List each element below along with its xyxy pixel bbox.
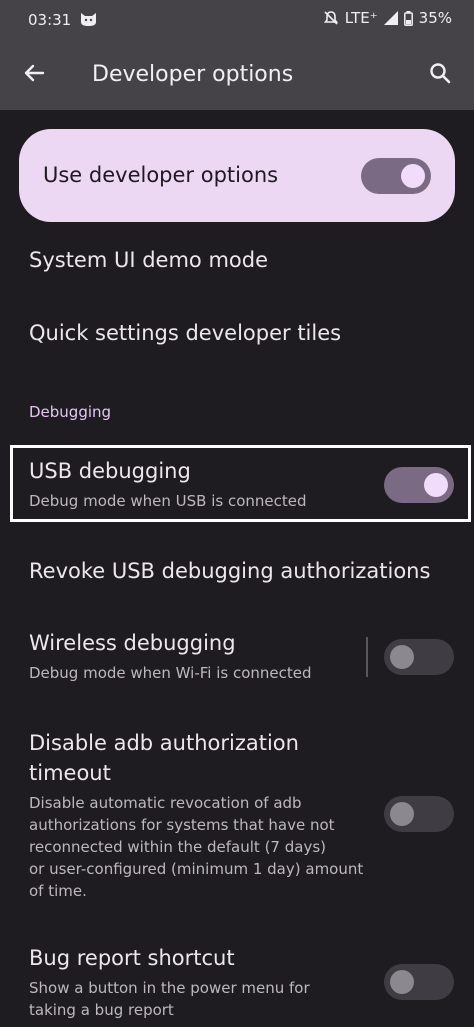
adb-timeout-subtitle-line: reconnected within the default (7 days) [29,838,326,856]
bug-report-subtitle-line: Show a button in the power menu for [29,979,310,997]
switch-thumb [401,164,425,188]
bug-report-subtitle-line: taking a bug report [29,1001,174,1019]
usb-debugging-subtitle: Debug mode when USB is connected [29,492,307,510]
adb-timeout-subtitle-line: authorizations for systems that have not [29,816,335,834]
battery-percent: 35% [418,9,452,27]
use-developer-options-card[interactable]: Use developer options [19,129,455,222]
switch-thumb [424,473,448,497]
back-arrow-icon [23,62,45,88]
network-type: LTE⁺ [344,9,378,27]
wireless-debugging-switch[interactable] [384,639,454,675]
cat-icon [80,12,97,27]
usb-debugging-switch[interactable] [384,467,454,503]
page-title: Developer options [92,62,294,87]
battery-icon [403,10,413,26]
bug-report-shortcut-switch[interactable] [384,964,454,1000]
dnd-off-icon [323,10,339,26]
wireless-debugging-title[interactable]: Wireless debugging [29,631,236,655]
signal-icon [383,11,398,25]
use-developer-options-label: Use developer options [43,163,279,187]
switch-thumb [390,645,414,669]
revoke-usb-authorizations-item[interactable]: Revoke USB debugging authorizations [29,559,430,583]
section-header-debugging: Debugging [29,403,112,421]
back-button[interactable] [14,55,54,95]
wireless-debugging-subtitle: Debug mode when Wi-Fi is connected [29,664,312,682]
status-time: 03:31 [28,11,72,29]
adb-timeout-subtitle-line: or user-configured (minimum 1 day) amoun… [29,860,364,878]
search-icon [429,62,451,88]
search-button[interactable] [420,55,460,95]
status-bar: 03:31 LTE⁺ 35% [0,0,474,40]
system-ui-demo-mode-item[interactable]: System UI demo mode [29,248,268,272]
app-bar: Developer options [0,40,474,110]
adb-timeout-subtitle-line: of time. [29,882,87,900]
bug-report-shortcut-title[interactable]: Bug report shortcut [29,946,235,970]
switch-thumb [390,970,414,994]
switch-thumb [390,802,414,826]
adb-timeout-title-line2[interactable]: timeout [29,761,111,785]
quick-settings-tiles-item[interactable]: Quick settings developer tiles [29,321,341,345]
adb-timeout-subtitle-line: Disable automatic revocation of adb [29,794,302,812]
adb-timeout-switch[interactable] [384,796,454,832]
divider [366,637,368,677]
use-developer-options-switch[interactable] [361,158,431,194]
adb-timeout-title-line1[interactable]: Disable adb authorization [29,731,299,755]
usb-debugging-title[interactable]: USB debugging [29,459,191,483]
